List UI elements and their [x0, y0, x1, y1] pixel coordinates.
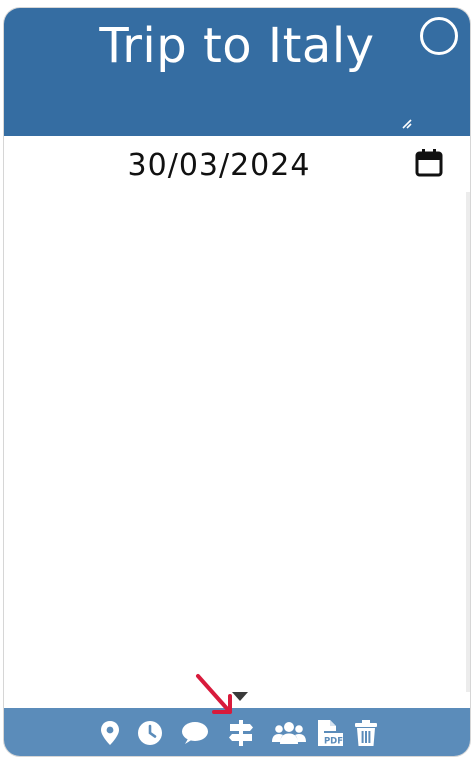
- calendar-icon[interactable]: [415, 148, 443, 178]
- card-content-area[interactable]: [4, 192, 466, 708]
- trip-date[interactable]: 30/03/2024: [4, 146, 434, 186]
- card-header: Trip to Italy: [4, 8, 470, 136]
- pdf-file-icon[interactable]: PDF: [314, 718, 344, 748]
- location-pin-icon[interactable]: [95, 718, 125, 748]
- trash-icon[interactable]: [351, 718, 381, 748]
- trip-card: Trip to Italy 30/03/2024 PDF: [4, 8, 470, 756]
- comment-icon[interactable]: [180, 718, 210, 748]
- card-toolbar: PDF: [4, 708, 470, 756]
- resize-handle-icon[interactable]: [400, 117, 414, 131]
- clock-icon[interactable]: [135, 718, 165, 748]
- circle-toggle-icon[interactable]: [420, 17, 458, 55]
- trip-title[interactable]: Trip to Italy: [4, 14, 470, 78]
- users-icon[interactable]: [272, 718, 306, 748]
- date-row: 30/03/2024: [4, 136, 470, 192]
- triangle-down-icon[interactable]: [232, 692, 248, 701]
- svg-text:PDF: PDF: [324, 737, 343, 747]
- scrollbar[interactable]: [466, 192, 470, 692]
- signpost-icon[interactable]: [226, 718, 256, 748]
